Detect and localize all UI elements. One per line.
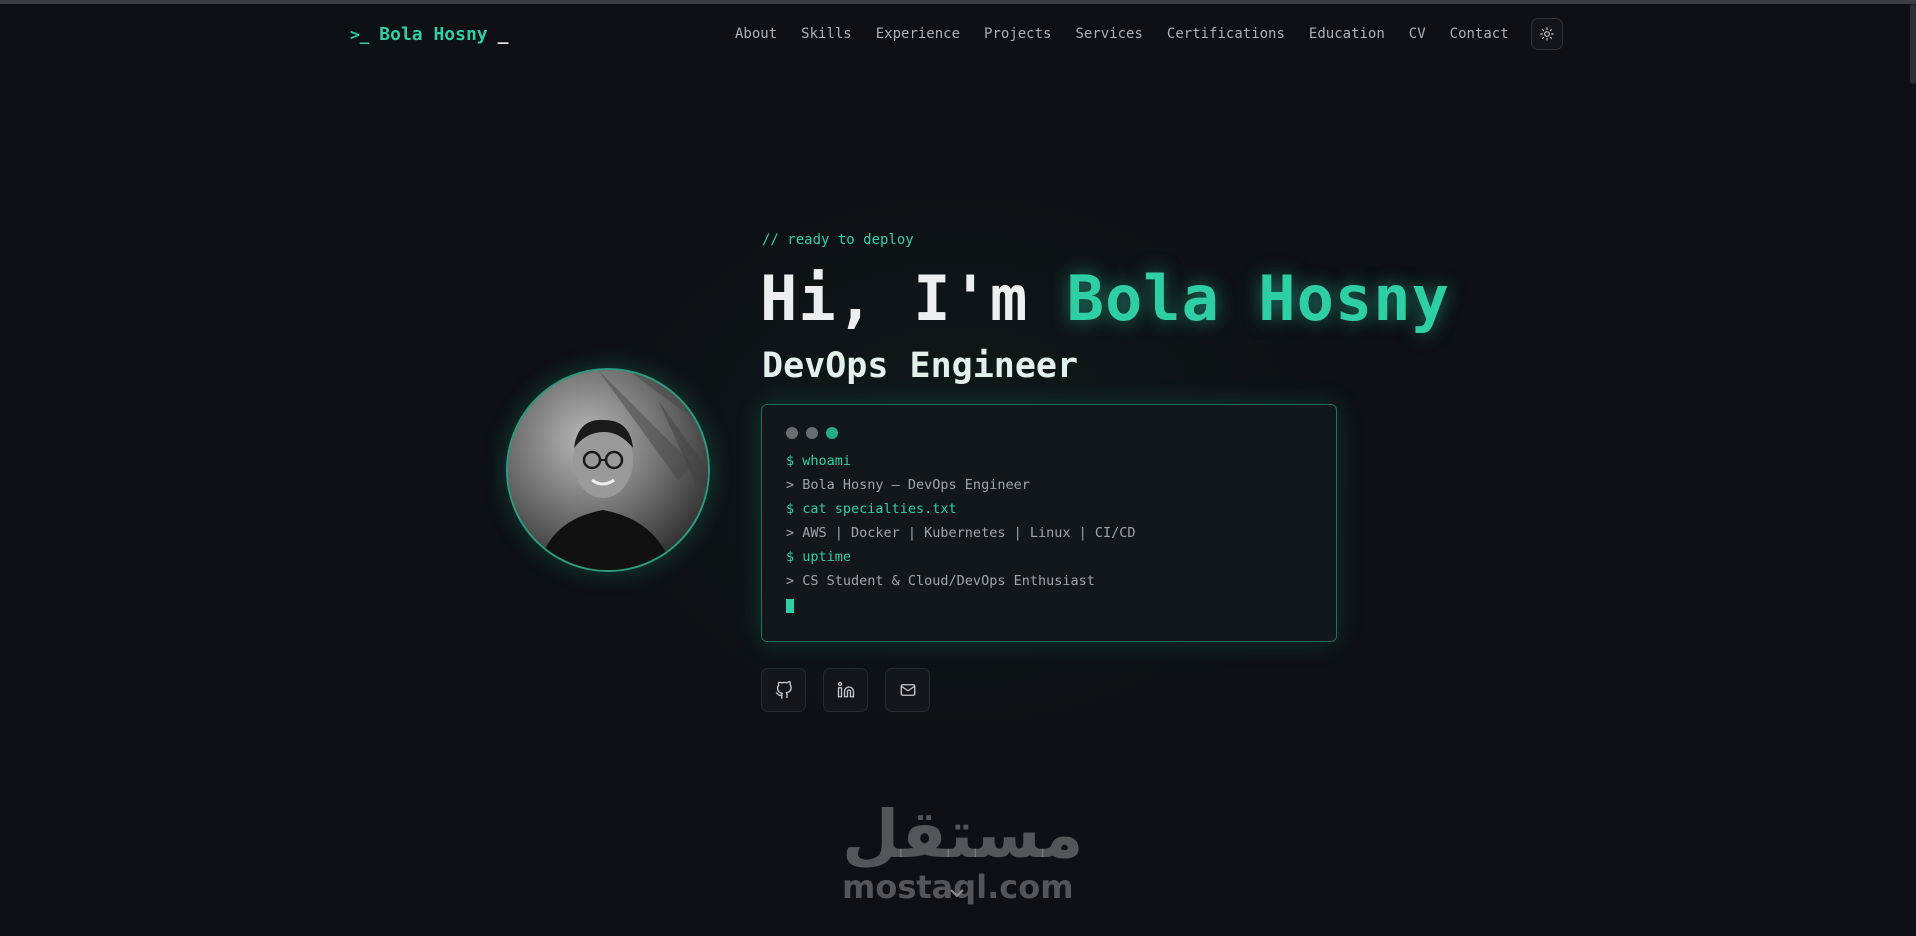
nav-link-contact[interactable]: Contact: [1450, 26, 1509, 42]
linkedin-icon: [837, 681, 854, 698]
logo-text: Bola Hosny: [379, 24, 488, 45]
terminal-command: $ uptime: [786, 549, 852, 565]
terminal-output: > Bola Hosny — DevOps Engineer: [786, 477, 1030, 493]
sun-icon: [1540, 27, 1554, 41]
scroll-down-chevron-icon[interactable]: [950, 888, 964, 898]
mail-icon: [900, 684, 915, 696]
terminal-command: $ cat specialties.txt: [786, 501, 957, 517]
email-button[interactable]: [885, 668, 930, 712]
window-dot-3: [826, 427, 838, 439]
nav-link-cv[interactable]: CV: [1409, 26, 1426, 42]
terminal-prompt-icon: >_: [350, 25, 370, 44]
social-links: [761, 668, 930, 712]
terminal-output: > AWS | Docker | Kubernetes | Linux | CI…: [786, 525, 1136, 541]
hero-role: DevOps Engineer: [762, 346, 1079, 386]
nav-link-skills[interactable]: Skills: [801, 26, 852, 42]
nav-link-services[interactable]: Services: [1075, 26, 1142, 42]
linkedin-button[interactable]: [823, 668, 868, 712]
hero-headline: Hi, I'm Bola Hosny: [760, 262, 1450, 335]
scrollbar[interactable]: [1910, 4, 1916, 84]
theme-toggle-button[interactable]: [1531, 18, 1563, 50]
terminal-command: $ whoami: [786, 453, 852, 469]
hero-greeting: Hi, I'm: [760, 262, 1067, 335]
nav-link-projects[interactable]: Projects: [984, 26, 1051, 42]
terminal-cursor: [786, 599, 794, 613]
window-dot-2: [806, 427, 818, 439]
profile-photo: [506, 368, 710, 572]
window-dot-1: [786, 427, 798, 439]
profile-photo-illustration: [508, 370, 708, 570]
github-button[interactable]: [761, 668, 806, 712]
main-nav: About Skills Experience Projects Service…: [735, 26, 1533, 42]
terminal-output: > CS Student & Cloud/DevOps Enthusiast: [786, 573, 1095, 589]
site-logo[interactable]: >_ Bola Hosny _: [350, 24, 508, 45]
window-top-border: [0, 0, 1916, 4]
nav-link-experience[interactable]: Experience: [876, 26, 960, 42]
logo-cursor: _: [497, 24, 509, 45]
nav-link-certifications[interactable]: Certifications: [1167, 26, 1285, 42]
github-icon: [775, 681, 792, 699]
hero-tagline: // ready to deploy: [762, 232, 914, 248]
terminal-window-controls: [786, 427, 1312, 439]
nav-link-about[interactable]: About: [735, 26, 777, 42]
nav-link-education[interactable]: Education: [1309, 26, 1385, 42]
hero-name: Bola Hosny: [1066, 262, 1450, 335]
watermark-arabic: مستقل: [842, 796, 1084, 873]
terminal-window: $ whoami > Bola Hosny — DevOps Engineer …: [761, 404, 1337, 642]
watermark-url: mostaql.com: [842, 868, 1074, 906]
